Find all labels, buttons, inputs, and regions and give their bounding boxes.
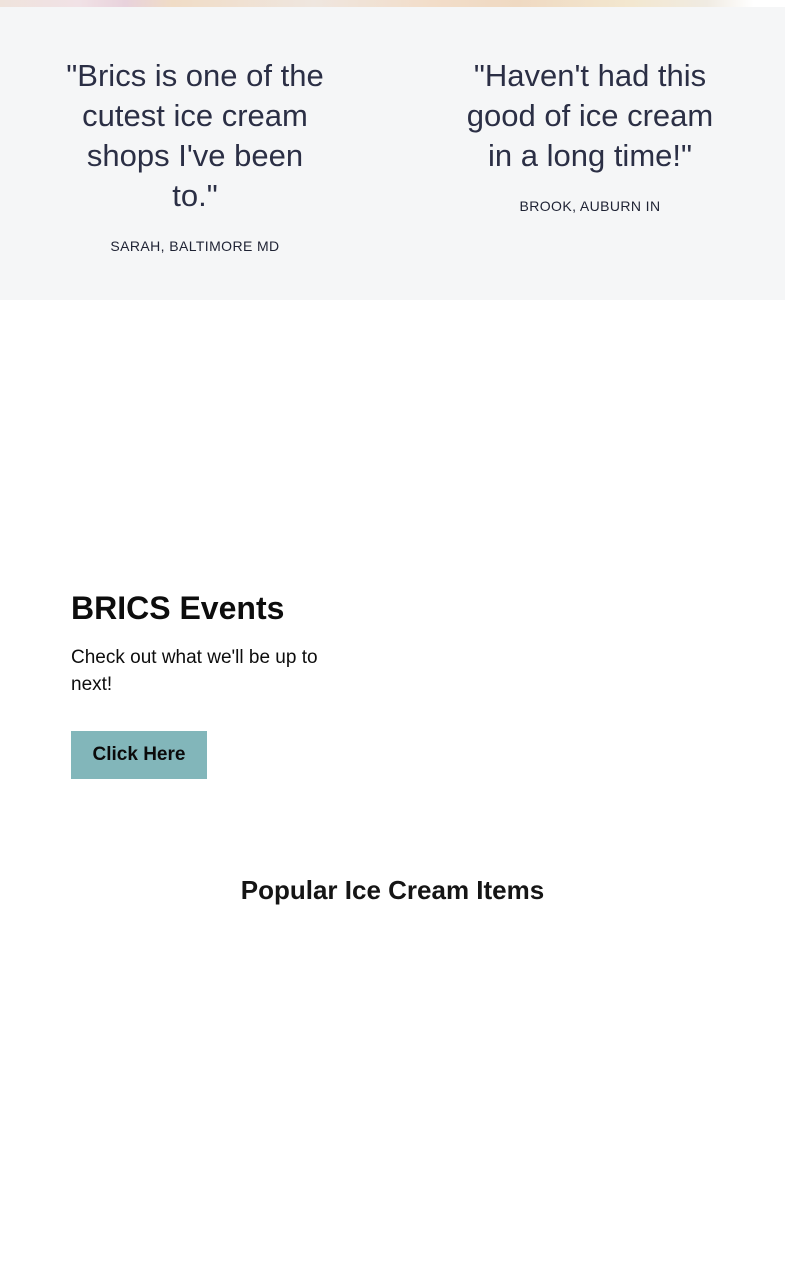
testimonial-author: SARAH, BALTIMORE MD bbox=[110, 238, 280, 254]
testimonial-card: "Brics is one of the cutest ice cream sh… bbox=[45, 56, 345, 254]
testimonial-author: BROOK, AUBURN IN bbox=[519, 198, 661, 214]
hero-image-bottom-edge bbox=[0, 0, 785, 7]
events-description: Check out what we'll be up to next! bbox=[71, 647, 318, 695]
testimonial-card: "Haven't had this good of ice cream in a… bbox=[440, 56, 740, 214]
events-section: BRICS Events Check out what we'll be up … bbox=[71, 588, 361, 779]
testimonials-section: "Brics is one of the cutest ice cream sh… bbox=[0, 7, 785, 300]
testimonial-quote: "Haven't had this good of ice cream in a… bbox=[466, 58, 714, 173]
events-click-here-button[interactable]: Click Here bbox=[71, 731, 207, 779]
popular-items-heading: Popular Ice Cream Items bbox=[240, 875, 545, 905]
events-title: BRICS Events bbox=[71, 590, 285, 626]
testimonial-quote: "Brics is one of the cutest ice cream sh… bbox=[66, 58, 324, 213]
